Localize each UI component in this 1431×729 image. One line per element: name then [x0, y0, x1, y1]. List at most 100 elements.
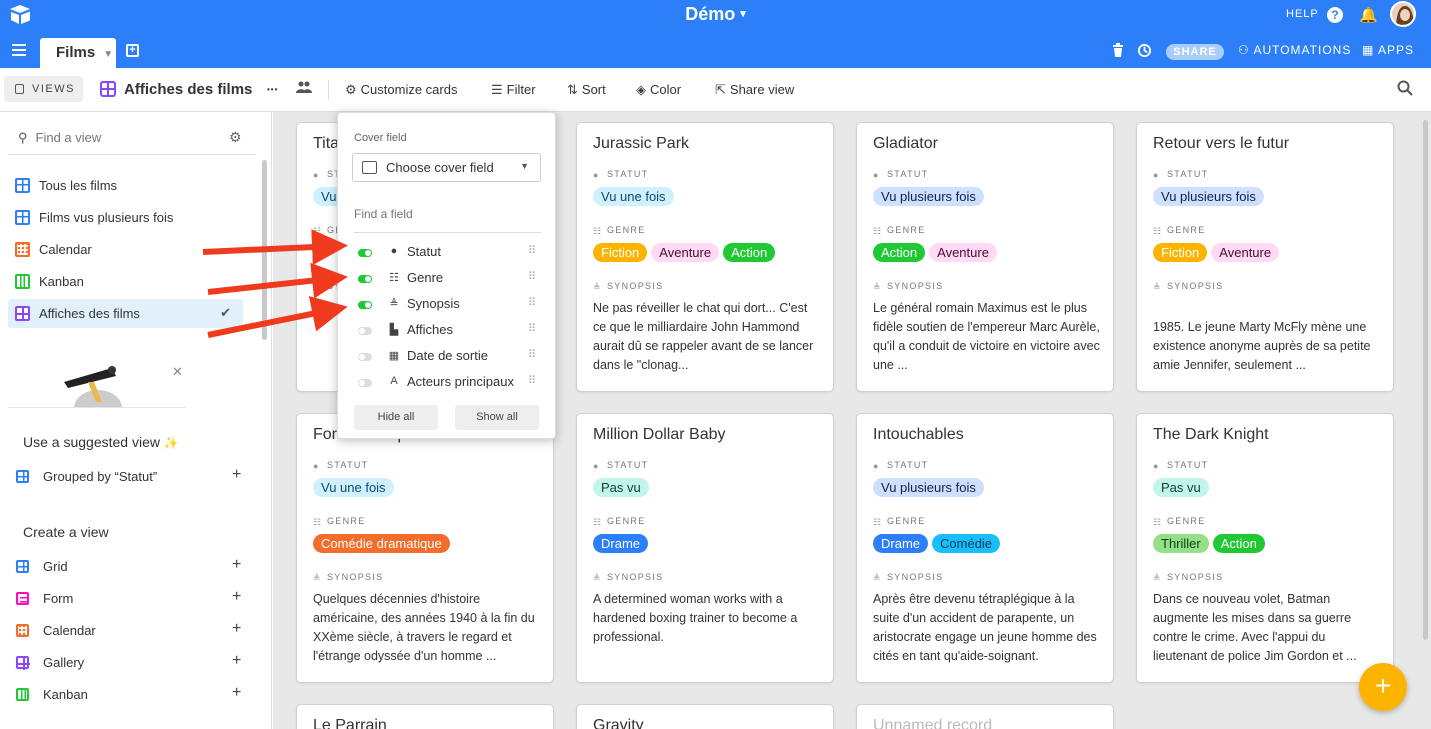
- drag-handle-icon[interactable]: ⠿: [528, 348, 536, 361]
- add-form-icon[interactable]: +: [232, 588, 241, 606]
- sidebar-view-films-vus[interactable]: Films vus plusieurs fois: [8, 203, 243, 232]
- find-view-input[interactable]: ⚲ Find a view: [18, 130, 101, 146]
- share-button[interactable]: SHARE: [1166, 44, 1224, 60]
- trash-icon[interactable]: [1112, 43, 1124, 57]
- add-record-button[interactable]: +: [1359, 663, 1407, 711]
- gallery-card[interactable]: Retour vers le futur ● STATUT Vu plusieurs …: [1136, 122, 1394, 392]
- statut-label: ● STATUT: [593, 169, 648, 180]
- add-grid-icon[interactable]: +: [232, 556, 241, 574]
- long-text-icon: ≜: [313, 282, 322, 292]
- field-toggle[interactable]: [358, 301, 372, 309]
- field-name: Date de sortie: [407, 348, 488, 363]
- grid-icon: [15, 178, 30, 193]
- create-gallery-view[interactable]: Gallery: [16, 648, 244, 677]
- gallery-card[interactable]: Gravity: [576, 704, 834, 729]
- base-caret-icon[interactable]: ▾: [740, 8, 746, 20]
- field-toggle[interactable]: [358, 249, 372, 257]
- tab-films[interactable]: Films ▼: [40, 38, 116, 68]
- suggested-view-grouped[interactable]: Grouped by “Statut”: [16, 462, 244, 491]
- field-name: Affiches: [407, 322, 454, 337]
- share-view-button[interactable]: ⇱ Share view: [715, 82, 794, 98]
- field-toggle[interactable]: [358, 353, 372, 361]
- drag-handle-icon[interactable]: ⠿: [528, 270, 536, 283]
- gallery-card[interactable]: Unnamed record: [856, 704, 1114, 729]
- base-name[interactable]: Démo: [685, 4, 735, 24]
- history-icon[interactable]: [1137, 43, 1152, 58]
- find-field-input[interactable]: Find a field: [354, 207, 413, 221]
- cover-field-select[interactable]: Choose cover field ▼: [352, 153, 541, 182]
- sidebar-scrollbar[interactable]: [262, 160, 267, 340]
- gallery-scrollbar[interactable]: [1423, 120, 1428, 640]
- gear-icon[interactable]: ⚙: [229, 129, 242, 146]
- create-view-title: Create a view: [23, 524, 109, 540]
- collaborators-icon[interactable]: [296, 81, 312, 93]
- field-row[interactable]: A Acteurs principaux ⠿: [358, 374, 538, 396]
- field-row[interactable]: ☷ Genre ⠿: [358, 270, 538, 292]
- apps-button[interactable]: ▦ APPS: [1362, 43, 1414, 57]
- tab-caret-icon[interactable]: ▼: [103, 49, 113, 60]
- field-toggle[interactable]: [358, 327, 372, 335]
- drag-handle-icon[interactable]: ⠿: [528, 374, 536, 387]
- gallery-card[interactable]: Le Parrain: [296, 704, 554, 729]
- hide-all-button[interactable]: Hide all: [354, 405, 438, 430]
- create-view-label: Calendar: [43, 623, 96, 638]
- gallery-card[interactable]: Million Dollar Baby ● STATUT Pas vu ☷ GENRE Dr…: [576, 413, 834, 683]
- notification-bell-icon[interactable]: 🔔: [1359, 6, 1378, 24]
- genre-label: ☷ GENRE: [313, 516, 366, 527]
- date-icon: ▦: [388, 350, 400, 362]
- statut-label: ● STATUT: [1153, 460, 1208, 471]
- automations-button[interactable]: ⚇ AUTOMATIONS: [1238, 43, 1351, 57]
- synopsis-text: 1985. Le jeune Marty McFly mène une exis…: [1153, 320, 1371, 372]
- field-row[interactable]: ▙ Affiches ⠿: [358, 322, 538, 344]
- genre-tags: Drame: [593, 534, 652, 553]
- drag-handle-icon[interactable]: ⠿: [528, 296, 536, 309]
- sidebar-view-calendar[interactable]: Calendar: [8, 235, 243, 264]
- add-suggested-view-icon[interactable]: +: [232, 466, 241, 484]
- drag-handle-icon[interactable]: ⠿: [528, 322, 536, 335]
- search-icon[interactable]: [1397, 80, 1413, 96]
- field-row[interactable]: ● Statut ⠿: [358, 244, 538, 266]
- field-toggle[interactable]: [358, 379, 372, 387]
- gallery-card[interactable]: The Dark Knight ● STATUT Pas vu ☷ GENRE Thrill…: [1136, 413, 1394, 683]
- help-icon[interactable]: ?: [1327, 7, 1343, 23]
- gallery-view-icon: [100, 81, 116, 97]
- color-label: Color: [650, 82, 682, 97]
- views-toggle-button[interactable]: VIEWS: [4, 76, 83, 102]
- show-all-button[interactable]: Show all: [455, 405, 539, 430]
- add-gallery-icon[interactable]: +: [232, 652, 241, 670]
- field-toggle[interactable]: [358, 275, 372, 283]
- add-calendar-icon[interactable]: +: [232, 620, 241, 638]
- create-view-label: Form: [43, 591, 74, 606]
- customize-cards-button[interactable]: ⚙ Customize cards: [345, 82, 457, 98]
- create-calendar-view[interactable]: Calendar: [16, 616, 244, 645]
- gallery-card[interactable]: Gladiator ● STATUT Vu plusieurs fois ☷ GENRE A…: [856, 122, 1114, 392]
- user-avatar[interactable]: [1390, 1, 1416, 27]
- checkmark-icon: ✔: [220, 305, 231, 320]
- add-table-icon[interactable]: +: [126, 44, 139, 57]
- field-row[interactable]: ≜ Synopsis ⠿: [358, 296, 538, 318]
- create-form-view[interactable]: Form: [16, 584, 244, 613]
- gallery-card[interactable]: Intouchables ● STATUT Vu plusieurs fois ☷ GEN…: [856, 413, 1114, 683]
- gallery-card[interactable]: Forest Gump●STATUTVu une fois☷GENREComéd…: [296, 413, 554, 683]
- help-link[interactable]: HELP: [1286, 8, 1319, 20]
- view-name[interactable]: Affiches des films: [124, 81, 252, 98]
- sidebar-view-affiches[interactable]: Affiches des films ✔: [8, 299, 243, 328]
- long-text-icon: ≜: [593, 573, 602, 583]
- add-kanban-icon[interactable]: +: [232, 684, 241, 702]
- field-row[interactable]: ▦ Date de sortie ⠿: [358, 348, 538, 370]
- statut-label-text: STATUT: [887, 460, 929, 470]
- view-menu-icon[interactable]: •••: [267, 85, 278, 94]
- gallery-card[interactable]: Jurassic Park ● STATUT Vu une fois ☷ GENRE Fic…: [576, 122, 834, 392]
- sidebar-view-tous-les-films[interactable]: Tous les films: [8, 171, 243, 200]
- sidebar-view-kanban[interactable]: Kanban: [8, 267, 243, 296]
- create-grid-view[interactable]: Grid: [16, 552, 244, 581]
- drag-handle-icon[interactable]: ⠿: [528, 244, 536, 257]
- sort-button[interactable]: ⇅ Sort: [567, 82, 606, 98]
- statut-label-text: STATUT: [887, 169, 929, 179]
- close-icon[interactable]: ✕: [172, 364, 183, 380]
- airtable-logo-icon[interactable]: [8, 4, 32, 26]
- filter-button[interactable]: ☰ Filter: [491, 82, 536, 98]
- color-button[interactable]: ◈ Color: [636, 82, 681, 98]
- create-kanban-view[interactable]: Kanban: [16, 680, 244, 709]
- menu-icon[interactable]: [12, 44, 26, 56]
